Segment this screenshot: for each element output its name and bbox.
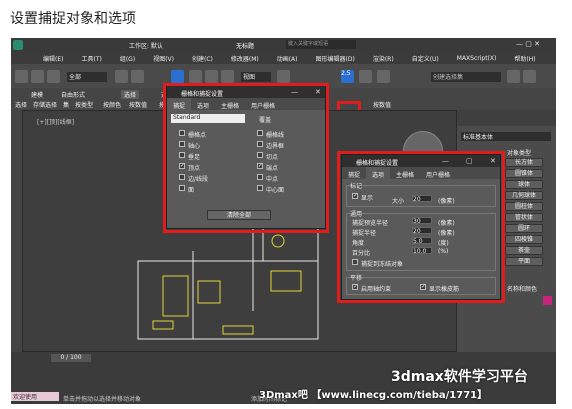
watermark-line1: 3dmax软件学习平台	[391, 369, 528, 385]
menu-view[interactable]: 视图(V)	[153, 54, 174, 63]
cmd-geosphere[interactable]: 几何球体	[505, 191, 543, 200]
link-icon[interactable]	[47, 70, 60, 83]
app-logo-icon[interactable]	[13, 40, 23, 50]
3dsmax-screenshot: 工作区: 默认 无标题 键入关键字或短语 — ▢ ✕ 编辑(E) 工具(T) 组…	[11, 38, 556, 404]
maxscript-listener[interactable]: 欢迎使用 MAXSc	[11, 392, 59, 404]
cmd-teapot[interactable]: 茶壶	[505, 246, 543, 255]
snap-toggle-icon[interactable]: 2.5	[341, 70, 354, 83]
percent-snap-icon[interactable]	[377, 70, 390, 83]
cmd-pyramid[interactable]: 四棱锥	[505, 235, 543, 244]
title-bar: 工作区: 默认 无标题 键入关键字或短语 — ▢ ✕	[11, 38, 556, 52]
mirror-icon[interactable]	[507, 70, 520, 83]
search-input[interactable]: 键入关键字或短语	[286, 40, 356, 49]
scale-icon[interactable]	[221, 70, 234, 83]
object-type-section: 对象类型	[507, 150, 532, 157]
undo-icon[interactable]	[15, 70, 28, 83]
ribbon-btn-by-type[interactable]: 按类型	[75, 100, 93, 109]
pivot-icon[interactable]	[277, 70, 290, 83]
color-swatch[interactable]	[543, 296, 552, 305]
menu-create[interactable]: 创建(C)	[192, 54, 213, 63]
ribbon-tab-selection[interactable]: 选择	[121, 90, 140, 99]
named-selection-sets[interactable]: 创建选择集	[431, 72, 501, 82]
ribbon-tab-freeform[interactable]: 自由形式	[61, 90, 85, 99]
menu-graph-editors[interactable]: 图形编辑器(D)	[316, 54, 355, 63]
menu-animation[interactable]: 动画(A)	[277, 54, 298, 63]
category-dropdown[interactable]: 标准基本体	[461, 132, 551, 141]
align-icon[interactable]	[523, 70, 536, 83]
watermark-line2: 3Dmax吧 【www.linecg.com/tieba/1771】	[259, 390, 488, 401]
ribbon-btn-store[interactable]: 存储选择	[33, 100, 57, 109]
rotate-icon[interactable]	[205, 70, 218, 83]
menu-group[interactable]: 组(G)	[120, 54, 135, 63]
document-title: 无标题	[236, 43, 255, 50]
cmd-box[interactable]: 长方体	[505, 158, 543, 167]
cmd-tube[interactable]: 管状体	[505, 213, 543, 222]
ribbon-btn-select[interactable]: 选择	[15, 100, 27, 109]
name-color-section: 名称和颜色	[507, 286, 538, 293]
cmd-torus[interactable]: 圆环	[505, 224, 543, 233]
menu-edit[interactable]: 编辑(E)	[43, 54, 63, 63]
select-by-name-icon[interactable]	[131, 70, 144, 83]
cmd-plane[interactable]: 平面	[505, 257, 543, 266]
angle-snap-icon[interactable]	[359, 70, 372, 83]
dialog2-highlight	[337, 151, 505, 303]
command-panel-tabs[interactable]	[457, 110, 556, 126]
select-object-icon[interactable]	[115, 70, 128, 83]
ribbon-btn-by-value[interactable]: 按数值	[129, 100, 147, 109]
menu-rendering[interactable]: 渲染(R)	[373, 54, 394, 63]
menu-tools[interactable]: 工具(T)	[81, 54, 101, 63]
menu-customize[interactable]: 自定义(U)	[412, 54, 439, 63]
redo-icon[interactable]	[31, 70, 44, 83]
ribbon-btn-by-color[interactable]: 按颜色	[103, 100, 121, 109]
window-controls[interactable]: — ▢ ✕	[516, 40, 540, 48]
ribbon-btn-by-value-2[interactable]: 按数值	[373, 100, 391, 109]
cmd-cone[interactable]: 圆锥体	[505, 169, 543, 178]
menu-modifiers[interactable]: 修改器(M)	[231, 54, 259, 63]
selection-filter-dropdown[interactable]: 全部	[67, 72, 107, 82]
menu-maxscript[interactable]: MAXScript(X)	[457, 55, 497, 62]
workspace-selector[interactable]: 工作区: 默认	[129, 41, 163, 50]
move-icon[interactable]	[189, 70, 202, 83]
cmd-sphere[interactable]: 球体	[505, 180, 543, 189]
page-caption: 设置捕捉对象和选项	[10, 11, 136, 27]
prompt-line: 单击并拖动以选择并移动对象	[63, 396, 142, 403]
cmd-cylinder[interactable]: 圆柱体	[505, 202, 543, 211]
ribbon-tab-modeling[interactable]: 建模	[31, 90, 43, 99]
reference-coord-dropdown[interactable]: 视图	[241, 72, 271, 82]
dialog1-highlight	[163, 83, 329, 233]
select-region-icon[interactable]	[171, 70, 184, 83]
time-slider[interactable]: 0 / 100	[51, 354, 91, 362]
menu-bar: 编辑(E) 工具(T) 组(G) 视图(V) 创建(C) 修改器(M) 动画(A…	[11, 52, 556, 64]
ribbon-btn-set[interactable]: 集	[63, 100, 69, 109]
menu-help[interactable]: 帮助(H)	[514, 54, 535, 63]
